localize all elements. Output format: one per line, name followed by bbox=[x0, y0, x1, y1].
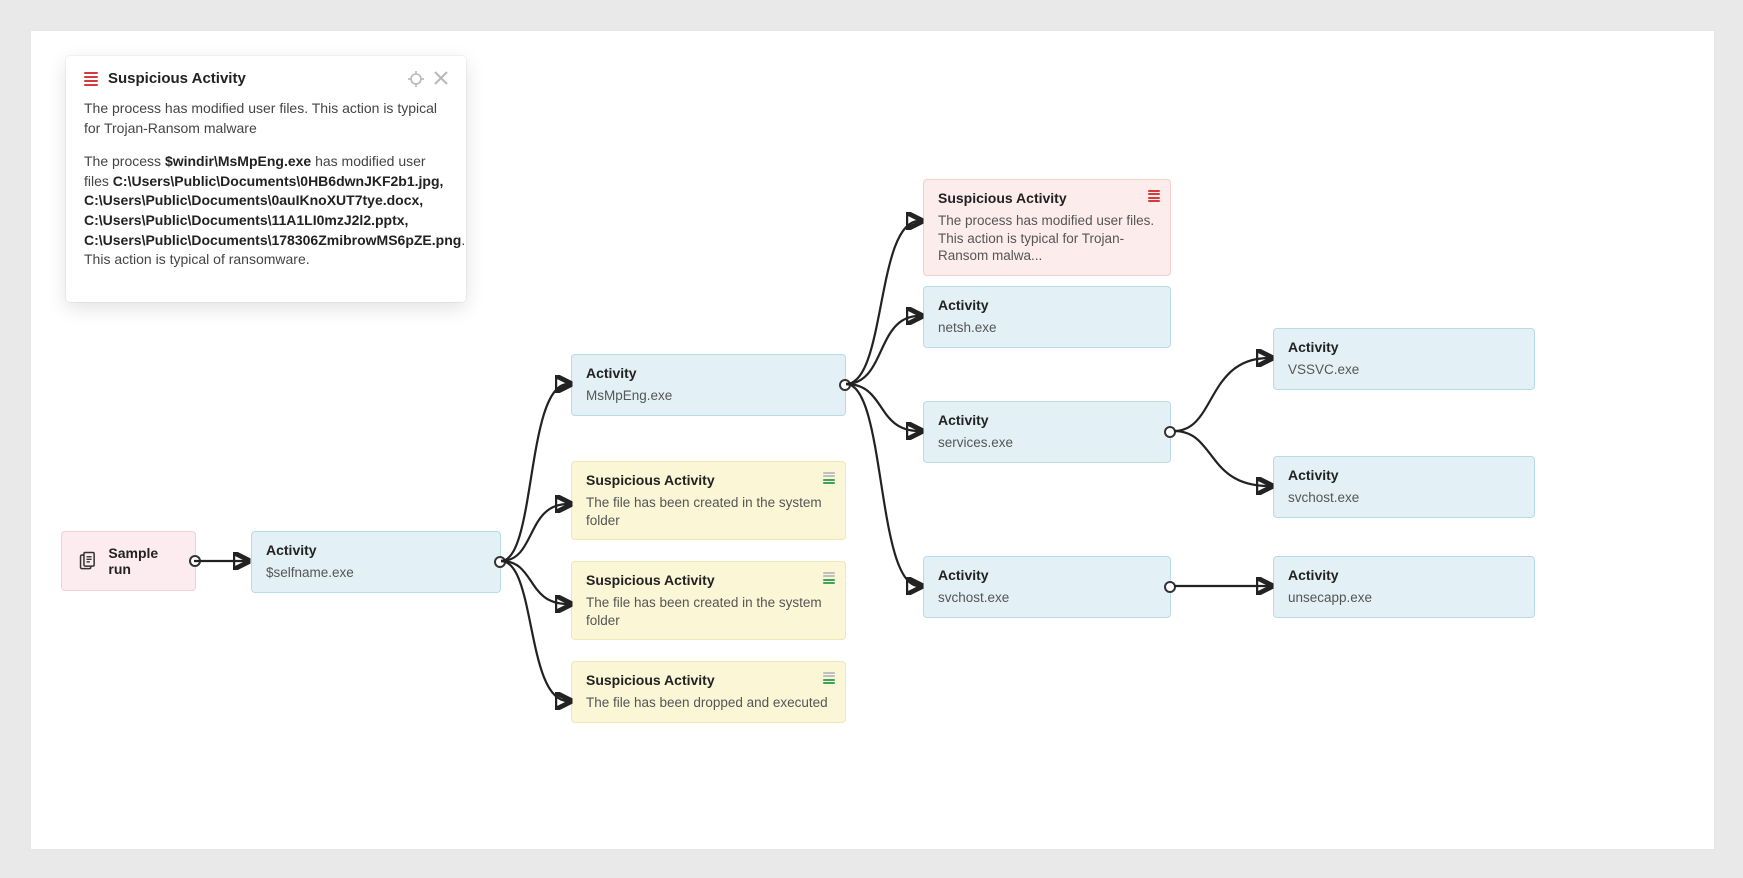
node-activity-netsh[interactable]: Activity netsh.exe bbox=[923, 286, 1171, 348]
node-port bbox=[1164, 426, 1176, 438]
severity-high-icon bbox=[84, 72, 98, 86]
node-desc: The file has been created in the system … bbox=[586, 594, 831, 629]
node-activity-services[interactable]: Activity services.exe bbox=[923, 401, 1171, 463]
node-port bbox=[1164, 581, 1176, 593]
node-desc: The file has been created in the system … bbox=[586, 494, 831, 529]
node-title: Activity bbox=[938, 567, 1156, 583]
node-suspicious-created-1[interactable]: Suspicious Activity The file has been cr… bbox=[571, 461, 846, 540]
node-desc: svchost.exe bbox=[1288, 489, 1520, 507]
node-desc: services.exe bbox=[938, 434, 1156, 452]
node-activity-svchost-2[interactable]: Activity svchost.exe bbox=[1273, 456, 1535, 518]
node-title: Activity bbox=[938, 297, 1156, 313]
locate-icon[interactable] bbox=[408, 71, 424, 87]
node-title: Suspicious Activity bbox=[586, 672, 831, 688]
node-title: Activity bbox=[1288, 567, 1520, 583]
node-title: Activity bbox=[586, 365, 831, 381]
severity-medium-icon bbox=[823, 472, 835, 484]
detail-popup: Suspicious Activity The process has modi… bbox=[66, 56, 466, 302]
node-label: Sample run bbox=[108, 545, 179, 577]
node-desc: VSSVC.exe bbox=[1288, 361, 1520, 379]
node-desc: unsecapp.exe bbox=[1288, 589, 1520, 607]
node-port bbox=[839, 379, 851, 391]
diagram-canvas[interactable]: Suspicious Activity The process has modi… bbox=[30, 30, 1715, 850]
node-title: Activity bbox=[266, 542, 486, 558]
node-activity-vssvc[interactable]: Activity VSSVC.exe bbox=[1273, 328, 1535, 390]
file-icon bbox=[78, 550, 98, 572]
node-desc: The process has modified user files. Thi… bbox=[938, 212, 1156, 265]
node-desc: svchost.exe bbox=[938, 589, 1156, 607]
node-port bbox=[189, 555, 201, 567]
node-desc: $selfname.exe bbox=[266, 564, 486, 582]
popup-body: The process has modified user files. Thi… bbox=[84, 99, 448, 270]
node-title: Activity bbox=[1288, 467, 1520, 483]
node-title: Activity bbox=[938, 412, 1156, 428]
node-desc: netsh.exe bbox=[938, 319, 1156, 337]
node-suspicious-dropped[interactable]: Suspicious Activity The file has been dr… bbox=[571, 661, 846, 723]
node-activity-msmpeng[interactable]: Activity MsMpEng.exe bbox=[571, 354, 846, 416]
node-desc: MsMpEng.exe bbox=[586, 387, 831, 405]
node-suspicious-ransom[interactable]: Suspicious Activity The process has modi… bbox=[923, 179, 1171, 276]
severity-medium-icon bbox=[823, 672, 835, 684]
popup-title: Suspicious Activity bbox=[108, 70, 408, 87]
node-title: Suspicious Activity bbox=[586, 572, 831, 588]
node-activity-selfname[interactable]: Activity $selfname.exe bbox=[251, 531, 501, 593]
popup-summary: The process has modified user files. Thi… bbox=[84, 99, 448, 138]
node-port bbox=[494, 556, 506, 568]
node-suspicious-created-2[interactable]: Suspicious Activity The file has been cr… bbox=[571, 561, 846, 640]
severity-medium-icon bbox=[823, 572, 835, 584]
node-title: Suspicious Activity bbox=[938, 190, 1156, 206]
node-activity-unsecapp[interactable]: Activity unsecapp.exe bbox=[1273, 556, 1535, 618]
node-desc: The file has been dropped and executed bbox=[586, 694, 831, 712]
node-title: Suspicious Activity bbox=[586, 472, 831, 488]
node-title: Activity bbox=[1288, 339, 1520, 355]
popup-detail: The process $windir\MsMpEng.exe has modi… bbox=[84, 152, 448, 270]
node-sample-run[interactable]: Sample run bbox=[61, 531, 196, 591]
severity-high-icon bbox=[1148, 190, 1160, 202]
close-icon[interactable] bbox=[434, 71, 448, 87]
node-activity-svchost[interactable]: Activity svchost.exe bbox=[923, 556, 1171, 618]
